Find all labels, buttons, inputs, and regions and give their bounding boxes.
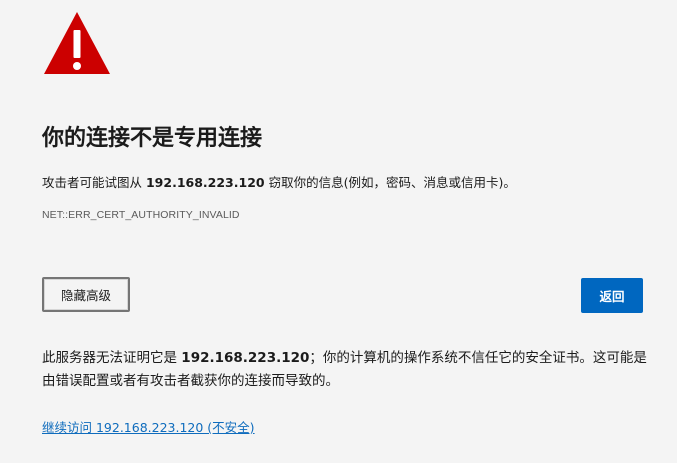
error-description: 攻击者可能试图从 192.168.223.120 窃取你的信息(例如，密码、消息…	[42, 172, 516, 191]
page-title: 你的连接不是专用连接	[42, 126, 263, 151]
hide-advanced-button[interactable]: 隐藏高级	[42, 277, 130, 312]
details-prefix: 此服务器无法证明它是	[42, 350, 182, 366]
back-button[interactable]: 返回	[581, 278, 643, 313]
error-code: NET::ERR_CERT_AUTHORITY_INVALID	[42, 209, 240, 221]
warning-triangle-icon	[44, 12, 110, 74]
details-host: 192.168.223.120	[181, 350, 310, 366]
description-suffix: 窃取你的信息(例如，密码、消息或信用卡)。	[264, 175, 516, 190]
continue-unsafe-link[interactable]: 继续访问 192.168.223.120 (不安全)	[42, 417, 255, 436]
advanced-details: 此服务器无法证明它是 192.168.223.120；你的计算机的操作系统不信任…	[42, 347, 652, 393]
description-prefix: 攻击者可能试图从	[42, 175, 146, 190]
description-host: 192.168.223.120	[145, 175, 265, 190]
